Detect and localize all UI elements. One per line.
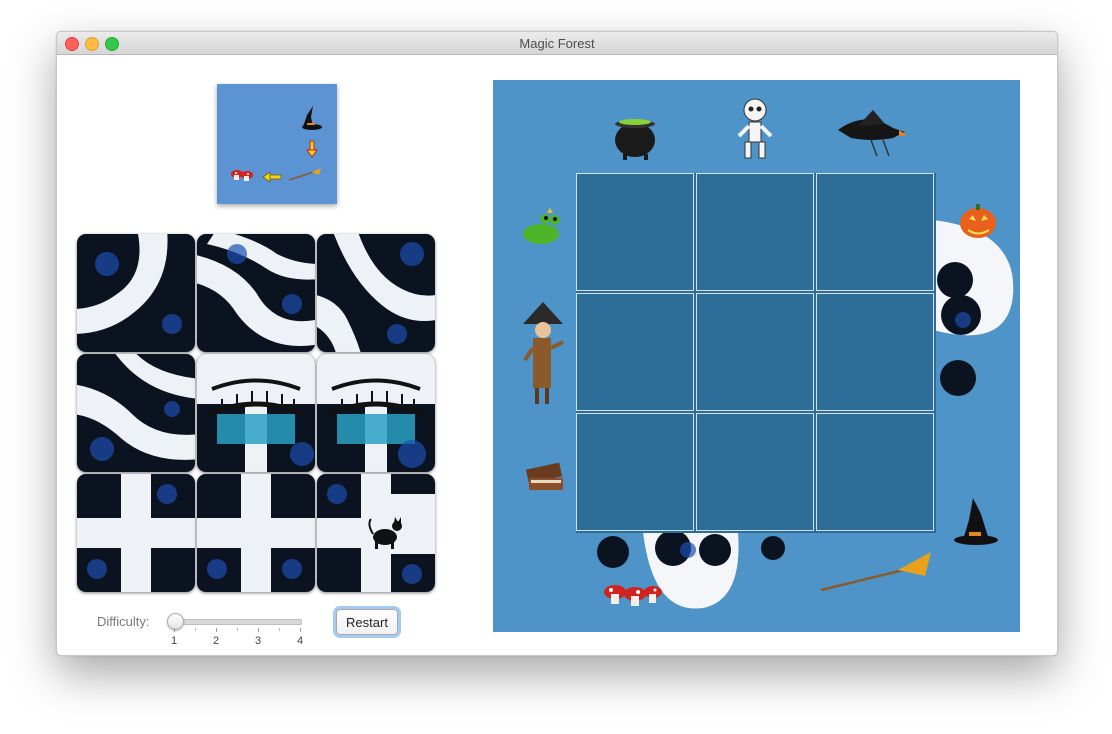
arrow-left-icon: [262, 171, 282, 183]
frog-icon: [523, 208, 560, 244]
grid-cell[interactable]: [696, 413, 814, 531]
slider-tick: [195, 628, 196, 631]
crossroad-tile: [77, 474, 195, 592]
grid-cell[interactable]: [576, 413, 694, 531]
mushrooms-icon: [604, 585, 662, 606]
broom-icon: [820, 552, 931, 592]
slider-tick-label: 1: [170, 635, 178, 647]
grid-cell[interactable]: [576, 173, 694, 291]
pumpkin-icon: [960, 204, 996, 238]
bridge-tile: [197, 354, 315, 472]
mushrooms-icon: [231, 170, 253, 181]
app-window: Magic Forest Difficulty: 1 2 3 4 Restart: [56, 31, 1058, 656]
puzzle-tile[interactable]: [197, 474, 315, 592]
difficulty-slider-track[interactable]: [172, 619, 302, 625]
broom-icon: [288, 168, 321, 181]
spellbook-icon: [525, 462, 563, 490]
forest-path-tile: [77, 234, 195, 352]
grid-cell[interactable]: [816, 413, 934, 531]
forest-path-tile: [197, 234, 315, 352]
puzzle-tile[interactable]: [197, 234, 315, 352]
puzzle-tile[interactable]: [317, 474, 435, 592]
difficulty-label: Difficulty:: [97, 614, 150, 629]
restart-button[interactable]: Restart: [336, 609, 398, 635]
puzzle-tile[interactable]: [197, 354, 315, 472]
raven-icon: [838, 110, 907, 157]
slider-tick-label: 4: [296, 635, 304, 647]
grid-cell[interactable]: [816, 173, 934, 291]
slider-tick: [237, 628, 238, 631]
grid-cell[interactable]: [576, 293, 694, 411]
slider-tick: [300, 628, 301, 632]
placement-grid: [576, 173, 936, 533]
cauldron-icon: [615, 119, 655, 160]
slider-tick: [258, 628, 259, 632]
witch-hat-icon: [302, 106, 322, 130]
arrow-down-icon: [306, 140, 318, 158]
grid-cell[interactable]: [816, 293, 934, 411]
slider-tick: [174, 628, 175, 632]
black-cat-tile: [317, 474, 435, 592]
grid-cell[interactable]: [696, 293, 814, 411]
puzzle-tile[interactable]: [317, 354, 435, 472]
slider-tick-label: 3: [254, 635, 262, 647]
puzzle-tile[interactable]: [317, 234, 435, 352]
bridge-tile: [317, 354, 435, 472]
skeleton-icon: [737, 98, 773, 159]
window-title: Magic Forest: [519, 36, 595, 51]
game-board: [493, 80, 1020, 632]
slider-tick: [216, 628, 217, 632]
target-preview: [217, 84, 337, 204]
scarecrow-icon: [523, 302, 564, 404]
puzzle-tile[interactable]: [77, 474, 195, 592]
tile-tray: [77, 234, 437, 594]
title-bar: Magic Forest: [57, 32, 1057, 55]
crossroad-tile: [197, 474, 315, 592]
slider-tick-label: 2: [212, 635, 220, 647]
witch-hat-icon: [954, 498, 998, 545]
puzzle-tile[interactable]: [77, 354, 195, 472]
puzzle-tile[interactable]: [77, 234, 195, 352]
forest-path-tile: [77, 354, 195, 472]
grid-cell[interactable]: [696, 173, 814, 291]
difficulty-slider-thumb[interactable]: [167, 613, 184, 630]
slider-tick: [279, 628, 280, 631]
forest-path-tile: [317, 234, 435, 352]
